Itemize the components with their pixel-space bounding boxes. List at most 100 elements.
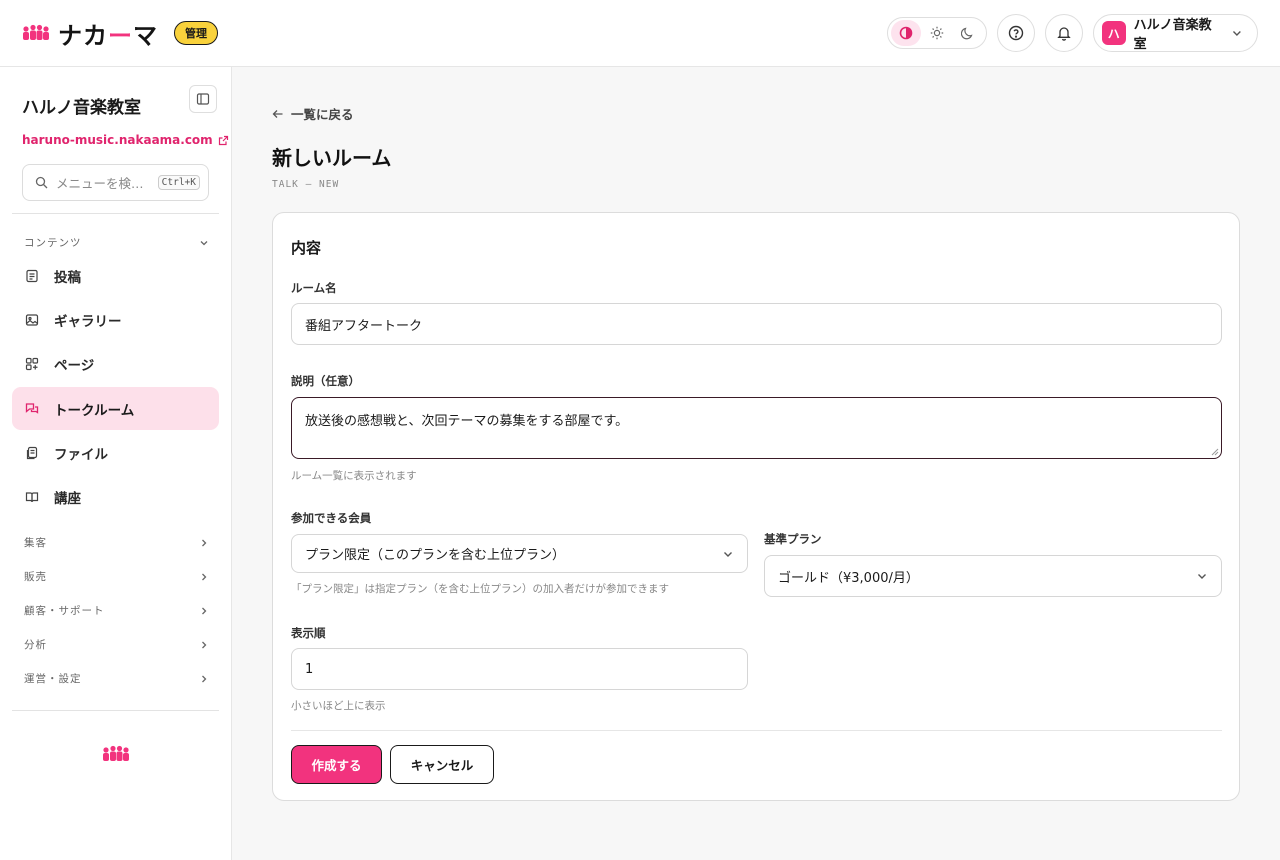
sidebar-divider — [12, 710, 219, 711]
bell-icon — [1057, 27, 1071, 41]
group-label-text: 顧客・サポート — [24, 605, 105, 617]
base-plan-label: 基準プラン — [764, 532, 822, 546]
back-to-list-link[interactable]: 一覧に戻る — [272, 104, 354, 123]
chevron-down-icon — [200, 240, 208, 245]
room-name-label: ルーム名 — [291, 281, 337, 295]
chevron-down-icon — [1198, 574, 1206, 579]
display-order-input[interactable]: 1 — [291, 648, 748, 690]
contrast-icon — [899, 26, 912, 40]
account-name: ハルノ音楽教室 — [1133, 18, 1212, 52]
chevron-down-icon — [724, 551, 732, 557]
group-label-text: 集客 — [24, 537, 47, 549]
chat-icon — [24, 401, 40, 417]
form-divider — [291, 730, 1222, 731]
sidebar-panel-icon — [196, 93, 210, 105]
chevron-right-icon — [202, 675, 207, 682]
group-label-text: 分析 — [24, 639, 47, 651]
sidebar-item-label: ファイル — [54, 446, 108, 463]
create-button[interactable]: 作成する — [291, 745, 382, 784]
sidebar-item-talk-room[interactable]: トークルーム — [12, 387, 219, 430]
group-label-text: 販売 — [24, 571, 47, 583]
description-hint: ルーム一覧に表示されます — [291, 470, 417, 482]
sidebar-item-label: ページ — [54, 357, 95, 374]
sidebar-item-gallery[interactable]: ギャラリー — [12, 298, 219, 341]
book-icon — [24, 489, 40, 505]
account-menu-button[interactable]: ハ ハルノ音楽教室 — [1093, 14, 1258, 52]
image-icon — [24, 312, 40, 328]
back-link-label: 一覧に戻る — [291, 107, 354, 122]
display-order-label: 表示順 — [291, 626, 326, 640]
people-logo-icon — [23, 24, 49, 40]
resize-grip-icon[interactable] — [1211, 448, 1219, 456]
sidebar: ハルノ音楽教室 haruno-music.nakaama.com メニューを検…… — [0, 67, 232, 860]
base-plan-select-value: ゴールド（¥3,000/月） — [778, 570, 919, 586]
display-order-value: 1 — [305, 661, 314, 677]
sun-icon — [930, 26, 944, 40]
logo-wordmark: ナカーマ — [58, 16, 158, 51]
chevron-right-icon — [202, 641, 207, 648]
arrow-left-icon — [272, 109, 283, 118]
site-url-text: haruno-music.nakaama.com — [22, 133, 213, 147]
sidebar-divider — [12, 213, 219, 214]
sidebar-collapse-button[interactable] — [189, 85, 217, 113]
sidebar-item-courses[interactable]: 講座 — [12, 475, 219, 518]
sidebar-item-posts[interactable]: 投稿 — [12, 254, 219, 297]
base-plan-select[interactable]: ゴールド（¥3,000/月） — [764, 555, 1222, 597]
account-avatar: ハ — [1102, 21, 1126, 45]
logo-text-part: マ — [133, 21, 158, 50]
moon-icon — [961, 27, 973, 40]
files-icon — [24, 445, 40, 461]
room-name-value: 番組アフタートーク — [305, 318, 423, 334]
group-contents-label: コンテンツ — [24, 237, 82, 249]
chevron-right-icon — [202, 607, 207, 614]
menu-search-placeholder: メニューを検… — [56, 176, 144, 191]
menu-search-input[interactable]: メニューを検… Ctrl+K — [22, 164, 209, 201]
group-contents[interactable]: コンテンツ — [24, 235, 209, 250]
sidebar-item-label: 講座 — [54, 490, 81, 507]
members-select-value: プラン限定（このプランを含む上位プラン） — [305, 548, 566, 563]
room-name-input[interactable]: 番組アフタートーク — [291, 303, 1222, 345]
page-grid-icon — [24, 356, 40, 372]
page-subtitle: TALK — NEW — [272, 179, 340, 190]
group-analytics[interactable]: 分析 — [24, 637, 209, 652]
members-select[interactable]: プラン限定（このプランを含む上位プラン） — [291, 534, 748, 573]
sidebar-item-label: トークルーム — [54, 402, 135, 419]
sidebar-item-pages[interactable]: ページ — [12, 342, 219, 385]
members-hint: 「プラン限定」は指定プラン（を含む上位プラン）の加入者だけが参加できます — [291, 583, 669, 595]
top-header: ナカーマ 管理 ハ ハルノ音楽教室 — [0, 0, 1280, 67]
document-icon — [24, 268, 40, 284]
card-title: 内容 — [291, 239, 322, 257]
sidebar-item-label: ギャラリー — [54, 313, 122, 330]
chevron-down-icon — [1233, 31, 1242, 36]
theme-auto-button[interactable] — [890, 20, 921, 46]
external-link-icon — [218, 135, 228, 145]
chevron-right-icon — [202, 573, 207, 580]
content-form-card: 内容 ルーム名 番組アフタートーク 説明（任意） 放送後の感想戦と、次回テーマの… — [272, 212, 1240, 801]
group-operations-settings[interactable]: 運営・設定 — [24, 671, 209, 686]
members-label: 参加できる会員 — [291, 511, 372, 525]
site-name: ハルノ音楽教室 — [22, 98, 141, 118]
sidebar-item-files[interactable]: ファイル — [12, 431, 219, 474]
page-title: 新しいルーム — [272, 146, 392, 170]
theme-light-button[interactable] — [922, 20, 952, 46]
description-value: 放送後の感想戦と、次回テーマの募集をする部屋です。 — [305, 414, 629, 429]
sidebar-item-label: 投稿 — [54, 269, 81, 286]
group-sales[interactable]: 販売 — [24, 569, 209, 584]
description-textarea[interactable]: 放送後の感想戦と、次回テーマの募集をする部屋です。 — [291, 397, 1222, 459]
app-logo[interactable]: ナカーマ 管理 — [22, 16, 218, 51]
cancel-button[interactable]: キャンセル — [390, 745, 494, 784]
group-customer-support[interactable]: 顧客・サポート — [24, 603, 209, 618]
shortcut-hint: Ctrl+K — [157, 175, 200, 190]
people-logo-icon — [103, 745, 129, 761]
group-acquisition[interactable]: 集客 — [24, 535, 209, 550]
description-label: 説明（任意） — [291, 374, 360, 388]
chevron-right-icon — [202, 539, 207, 546]
logo-text-part: ナカ — [58, 21, 108, 50]
search-icon — [35, 176, 48, 189]
theme-dark-button[interactable] — [953, 20, 983, 46]
admin-badge: 管理 — [174, 21, 218, 45]
help-button[interactable] — [997, 14, 1035, 52]
notifications-button[interactable] — [1045, 14, 1083, 52]
site-url-link[interactable]: haruno-music.nakaama.com — [22, 133, 229, 147]
main-content: 一覧に戻る 新しいルーム TALK — NEW 内容 ルーム名 番組アフタートー… — [232, 67, 1280, 860]
